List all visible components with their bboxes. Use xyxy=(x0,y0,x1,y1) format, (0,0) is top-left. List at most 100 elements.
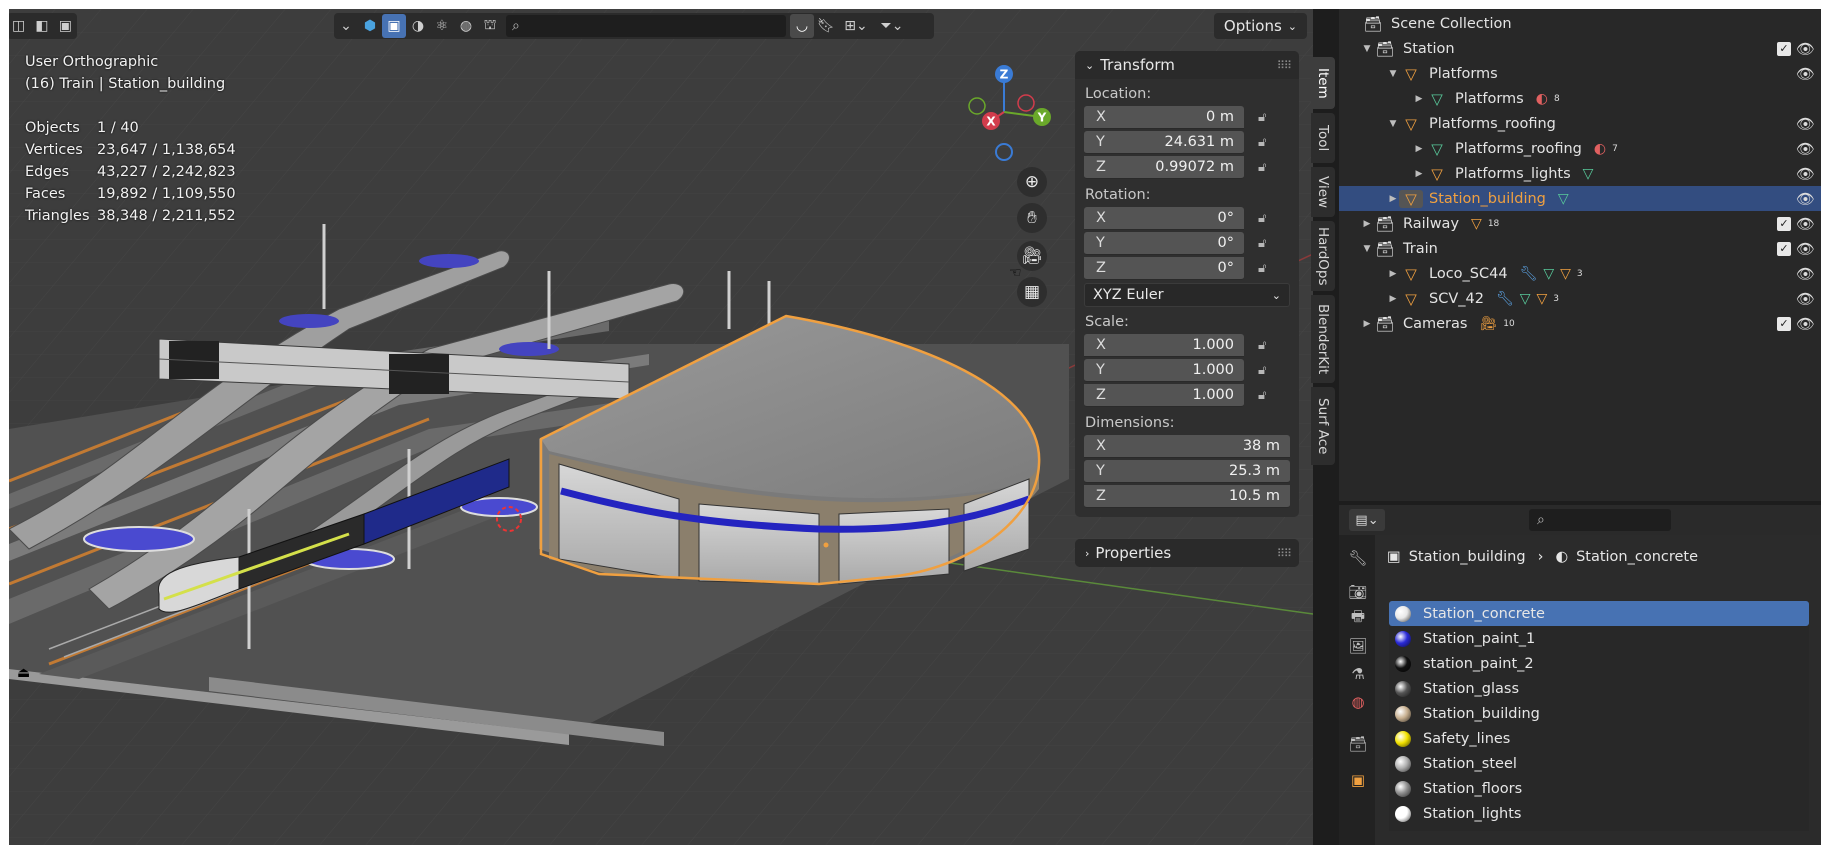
select-extend-icon[interactable]: ◧ xyxy=(30,14,53,38)
transform-panel-header[interactable]: ⌄ Transform ⠿⠿ xyxy=(1075,51,1299,79)
scale-z-field[interactable]: Z 1.000 xyxy=(1084,384,1244,407)
expand-arrow-icon[interactable]: ▼ xyxy=(1361,44,1373,54)
lock-icon[interactable]: 🔓︎ xyxy=(1258,363,1284,378)
editor-type-dropdown[interactable]: ▤⌄ xyxy=(1349,509,1385,531)
eye-icon[interactable]: 👁︎ xyxy=(1796,65,1815,83)
world-shading-icon[interactable]: ◍ xyxy=(454,14,478,38)
render-tab-icon[interactable]: 📷︎ xyxy=(1345,579,1371,605)
pan-hand-icon[interactable]: ✋︎ xyxy=(1017,203,1047,233)
expand-arrow-icon[interactable]: ▼ xyxy=(1387,69,1399,79)
gizmo-neg-x[interactable] xyxy=(1017,94,1035,112)
eye-icon[interactable]: 👁︎ xyxy=(1796,115,1815,133)
eye-icon[interactable]: 👁︎ xyxy=(1796,140,1815,158)
list-item[interactable]: Station_lights xyxy=(1389,801,1809,826)
eye-icon[interactable]: 👁︎ xyxy=(1796,215,1815,233)
tab-view[interactable]: View xyxy=(1311,167,1335,217)
collection-tab-icon[interactable]: 🗃︎ xyxy=(1345,731,1371,757)
list-item[interactable]: Station_concrete xyxy=(1389,601,1809,626)
properties-panel-header[interactable]: › Properties ⠿⠿ xyxy=(1075,539,1299,567)
gizmo-color-icon[interactable]: ⬢ xyxy=(358,14,382,38)
lock-icon[interactable]: 🔓︎ xyxy=(1258,160,1284,175)
exclude-checkbox[interactable]: ✓ xyxy=(1777,241,1791,256)
list-item[interactable]: Safety_lines xyxy=(1389,726,1809,751)
lock-icon[interactable]: 🔓︎ xyxy=(1258,110,1284,125)
outliner-row-station-building[interactable]: ▶ ▽ Station_building ▽ 👁︎ xyxy=(1339,186,1821,211)
rendered-shading-icon[interactable]: ⚛ xyxy=(430,14,454,38)
list-item[interactable]: Station_steel xyxy=(1389,751,1809,776)
tab-hardops[interactable]: HardOps xyxy=(1311,221,1335,291)
properties-search-input[interactable]: ⌕ xyxy=(1529,509,1671,531)
expand-arrow-icon[interactable]: ▶ xyxy=(1387,194,1399,204)
expand-arrow-icon[interactable]: ▼ xyxy=(1387,119,1399,129)
lock-icon[interactable]: 🔓︎ xyxy=(1258,211,1284,226)
filter-icon[interactable]: ⏷⌄ xyxy=(874,14,910,38)
outliner-row-cameras[interactable]: ▶ 🗃︎ Cameras 🎥︎ 10 ✓ 👁︎ xyxy=(1339,311,1821,336)
navigation-gizmo[interactable]: Z Y X xyxy=(949,57,1059,167)
outliner-row-platforms[interactable]: ▼ ▽ Platforms 👁︎ xyxy=(1339,61,1821,86)
outliner-row-platforms-lights[interactable]: ▶ ▽ Platforms_lights ▽ 👁︎ xyxy=(1339,161,1821,186)
list-item[interactable]: Station_glass xyxy=(1389,676,1809,701)
object-tab-icon[interactable]: ▣ xyxy=(1345,767,1371,793)
dimensions-y-field[interactable]: Y 25.3 m xyxy=(1084,460,1290,483)
location-x-field[interactable]: X 0 m xyxy=(1084,106,1244,129)
expand-arrow-icon[interactable]: ▶ xyxy=(1413,169,1425,179)
outliner-row-scene-collection[interactable]: 🗃︎ Scene Collection xyxy=(1339,11,1821,36)
location-y-field[interactable]: Y 24.631 m xyxy=(1084,131,1244,154)
gizmo-neg-y[interactable] xyxy=(968,97,986,115)
eye-icon[interactable]: 👁︎ xyxy=(1796,240,1815,258)
lock-icon[interactable]: 🔓︎ xyxy=(1258,338,1284,353)
eye-icon[interactable]: 👁︎ xyxy=(1796,290,1815,308)
exclude-checkbox[interactable]: ✓ xyxy=(1777,216,1791,231)
eye-icon[interactable]: 👁︎ xyxy=(1796,190,1815,208)
scale-y-field[interactable]: Y 1.000 xyxy=(1084,359,1244,382)
outliner-row-platforms-roofing[interactable]: ▼ ▽ Platforms_roofing 👁︎ xyxy=(1339,111,1821,136)
3d-viewport[interactable]: ☜ ⏏ ◫ ◧ ▣ ⌄ ⬢ ▣ ◑ ⚛ ◍ ⛫ ⌕ ◡ 🔖︎ ⊞⌄ ⏷⌄ Opt… xyxy=(9,9,1313,845)
shading-options-icon[interactable]: ⛫ xyxy=(478,14,502,38)
list-item[interactable]: Station_floors xyxy=(1389,776,1809,801)
zoom-icon[interactable]: ⊕ xyxy=(1017,167,1047,197)
scale-x-field[interactable]: X 1.000 xyxy=(1084,334,1244,357)
expand-arrow-icon[interactable]: ▶ xyxy=(1361,319,1373,329)
chevron-down-icon[interactable]: ⌄ xyxy=(334,14,358,38)
bookmark-icon[interactable]: 🔖︎ xyxy=(814,14,838,38)
eye-icon[interactable]: 👁︎ xyxy=(1796,40,1815,58)
expand-arrow-icon[interactable]: ▼ xyxy=(1361,244,1373,254)
expand-arrow-icon[interactable]: ▶ xyxy=(1413,144,1425,154)
options-dropdown[interactable]: Options ⌄ xyxy=(1213,13,1307,39)
scene-tab-icon[interactable]: ⚗ xyxy=(1345,661,1371,687)
dimensions-z-field[interactable]: Z 10.5 m xyxy=(1084,485,1290,508)
lock-icon[interactable]: 🔓︎ xyxy=(1258,135,1284,150)
drag-handle-icon[interactable]: ⠿⠿ xyxy=(1277,547,1292,560)
lock-icon[interactable]: 🔓︎ xyxy=(1258,388,1284,403)
tool-tab-icon[interactable]: 🔧︎ xyxy=(1345,545,1371,571)
curve-icon[interactable]: ◡ xyxy=(790,14,814,38)
rotation-z-field[interactable]: Z 0° xyxy=(1084,257,1244,280)
gizmo-neg-z[interactable] xyxy=(995,143,1013,161)
list-item[interactable]: Station_paint_1 xyxy=(1389,626,1809,651)
outliner-row-platforms-mesh[interactable]: ▶ ▽ Platforms ◐ 8 xyxy=(1339,86,1821,111)
material-slot-list[interactable]: Station_concrete Station_paint_1 station… xyxy=(1389,601,1809,831)
dimensions-x-field[interactable]: X 38 m xyxy=(1084,435,1290,458)
eye-icon[interactable]: 👁︎ xyxy=(1796,265,1815,283)
tab-tool[interactable]: Tool xyxy=(1311,113,1335,163)
list-item[interactable]: station_paint_2 xyxy=(1389,651,1809,676)
exclude-checkbox[interactable]: ✓ xyxy=(1777,316,1791,331)
solid-shading-icon[interactable]: ▣ xyxy=(382,14,406,38)
drag-handle-icon[interactable]: ⠿⠿ xyxy=(1277,59,1292,72)
world-tab-icon[interactable]: ◍ xyxy=(1345,689,1371,715)
outliner-row-scv-42[interactable]: ▶ ▽ SCV_42 🔧︎ ▽ ▽ 3 👁︎ xyxy=(1339,286,1821,311)
outliner-row-train[interactable]: ▼ 🗃︎ Train ✓ 👁︎ xyxy=(1339,236,1821,261)
exclude-checkbox[interactable]: ✓ xyxy=(1777,41,1791,56)
eye-icon[interactable]: 👁︎ xyxy=(1796,165,1815,183)
select-box-icon[interactable]: ◫ xyxy=(9,14,30,38)
expand-arrow-icon[interactable]: ▶ xyxy=(1387,269,1399,279)
rotation-y-field[interactable]: Y 0° xyxy=(1084,232,1244,255)
select-subtract-icon[interactable]: ▣ xyxy=(54,14,77,38)
lock-icon[interactable]: 🔓︎ xyxy=(1258,261,1284,276)
tab-surf-ace[interactable]: Surf Ace xyxy=(1311,387,1335,465)
hierarchy-icon[interactable]: ⊞⌄ xyxy=(838,14,874,38)
output-tab-icon[interactable]: 🖶︎ xyxy=(1345,605,1371,631)
outliner-row-railway[interactable]: ▶ 🗃︎ Railway ▽ 18 ✓ 👁︎ xyxy=(1339,211,1821,236)
lock-icon[interactable]: 🔓︎ xyxy=(1258,236,1284,251)
view-layer-tab-icon[interactable]: 🖼︎ xyxy=(1345,633,1371,659)
